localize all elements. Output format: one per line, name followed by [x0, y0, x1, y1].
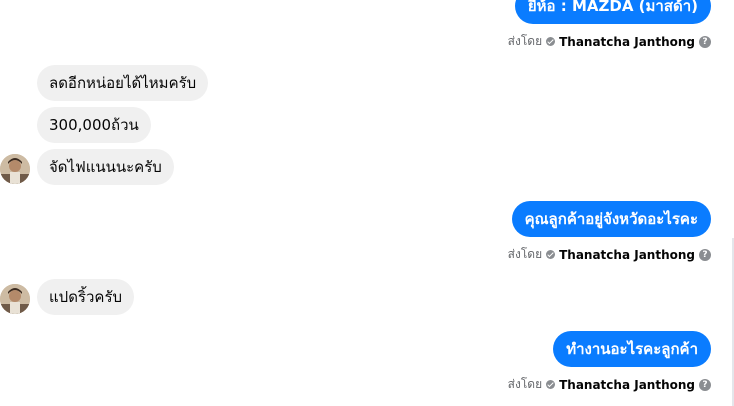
incoming-message-discount[interactable]: ลดอีกหน่อยได้ไหมครับ	[37, 65, 209, 101]
contact-avatar[interactable]	[0, 154, 30, 184]
verified-icon	[546, 380, 556, 389]
sent-by-prefix: ส่งโดย	[507, 247, 543, 261]
sender-name: Thanatcha Janthong	[559, 377, 695, 392]
message-thread: ยี่ห้อ : MAZDA (มาสด้า) ส่งโดย Thanatcha…	[0, 0, 734, 406]
avatar-photo	[0, 284, 30, 314]
outgoing-message-province[interactable]: คุณลูกค้าอยู่จังหวัดอะไรคะ	[511, 201, 711, 237]
sent-by-label: ส่งโดย Thanatcha Janthong ?	[508, 32, 711, 51]
contact-avatar[interactable]	[0, 284, 30, 314]
sent-by-prefix: ส่งโดย	[507, 34, 543, 48]
incoming-message-finance[interactable]: จัดไฟแนนนะครับ	[37, 149, 174, 185]
sender-name: Thanatcha Janthong	[559, 34, 695, 49]
incoming-message-offer[interactable]: 300,000ถ้วน	[37, 107, 151, 143]
sender-name: Thanatcha Janthong	[559, 247, 695, 262]
outgoing-message-job[interactable]: ทำงานอะไรคะลูกค้า	[553, 331, 711, 367]
help-icon[interactable]: ?	[699, 378, 711, 391]
outgoing-message-brand[interactable]: ยี่ห้อ : MAZDA (มาสด้า)	[514, 0, 711, 24]
avatar-photo	[0, 154, 30, 184]
incoming-message-location[interactable]: แปดริ้วครับ	[37, 279, 135, 315]
sent-by-label: ส่งโดย Thanatcha Janthong ?	[508, 245, 711, 264]
sent-by-prefix: ส่งโดย	[507, 377, 543, 391]
verified-icon	[546, 37, 556, 46]
help-icon[interactable]: ?	[699, 248, 711, 261]
verified-icon	[546, 250, 556, 259]
sent-by-label: ส่งโดย Thanatcha Janthong ?	[508, 375, 711, 394]
help-icon[interactable]: ?	[699, 35, 711, 48]
